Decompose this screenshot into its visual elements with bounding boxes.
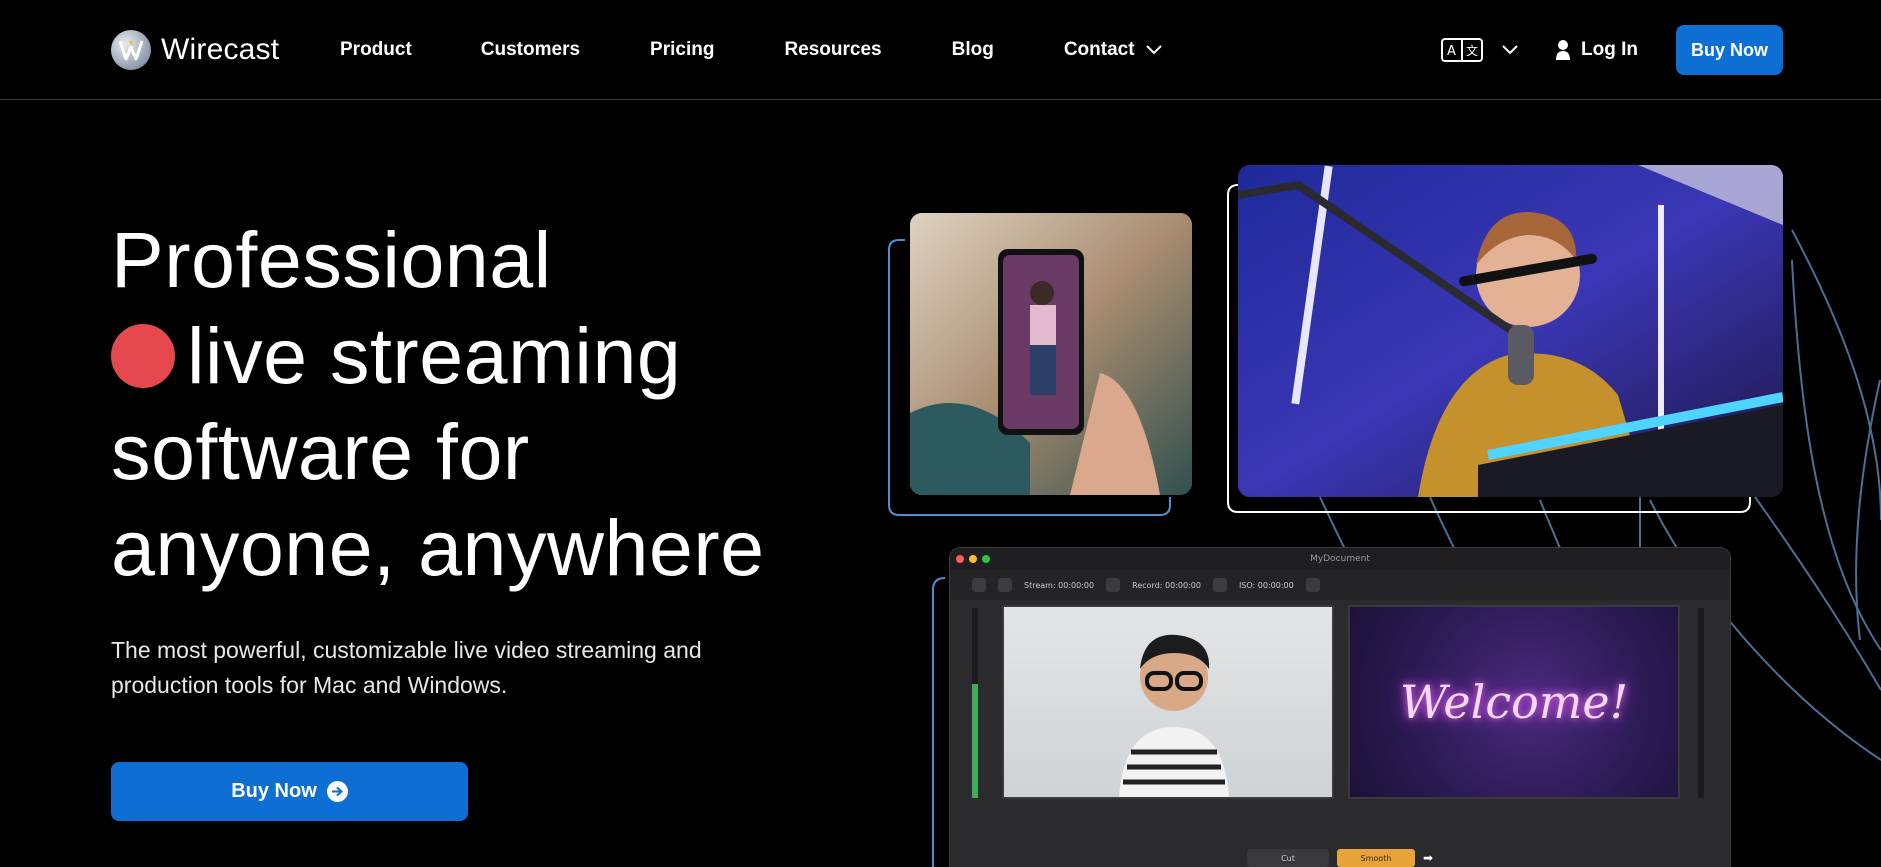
- headline-line-1: Professional: [111, 215, 552, 304]
- language-selector[interactable]: A 文: [1441, 38, 1519, 62]
- translate-icon: A 文: [1441, 38, 1484, 62]
- hero-headline: Professional live streaming software for…: [111, 212, 831, 596]
- stream-timer: Stream: 00:00:00: [1024, 580, 1095, 590]
- phone-streaming-photo: [910, 213, 1192, 495]
- headline-line-4: anyone, anywhere: [111, 503, 765, 592]
- nav-item-product[interactable]: Product: [340, 39, 412, 61]
- wifi-icon: [998, 578, 1012, 592]
- site-header: Wirecast Product Customers Pricing Resou…: [0, 0, 1881, 100]
- person-photo: [1119, 634, 1229, 797]
- transition-smooth-select[interactable]: Smooth: [1336, 849, 1415, 867]
- nav-item-pricing[interactable]: Pricing: [650, 39, 714, 61]
- buy-now-button-header[interactable]: Buy Now: [1676, 25, 1783, 75]
- brand-logo[interactable]: Wirecast: [111, 30, 279, 70]
- hero-subtext: The most powerful, customizable live vid…: [111, 637, 702, 698]
- headline-line-2: live streaming: [111, 308, 831, 404]
- podcaster-photo: [1238, 165, 1783, 497]
- transition-controls: Cut Smooth ➡: [950, 844, 1730, 867]
- user-icon: [1556, 40, 1571, 60]
- chevron-down-icon: [1145, 45, 1162, 55]
- audio-meter-right: [1698, 608, 1704, 798]
- chevron-down-icon: [1502, 45, 1518, 55]
- nav-item-blog[interactable]: Blog: [952, 39, 994, 61]
- live-shot: Welcome!: [1348, 605, 1680, 799]
- headline-line-2-text: live streaming: [187, 311, 682, 400]
- audio-meter-left: [972, 608, 978, 798]
- preview-shot: [1002, 605, 1334, 799]
- headline-line-3: software for: [111, 407, 530, 496]
- wirecast-app-icon: [972, 578, 986, 592]
- app-document-title: MyDocument: [1310, 554, 1370, 564]
- record-icon: [1106, 578, 1121, 592]
- app-toolbar: Stream: 00:00:00 Record: 00:00:00 ISO: 0…: [950, 570, 1730, 600]
- iso-timer: ISO: 00:00:00: [1238, 580, 1294, 590]
- buy-now-label: Buy Now: [231, 780, 317, 802]
- arrow-right-circle-icon: [326, 781, 348, 802]
- header-tools: A 文 Log In Buy Now: [1441, 25, 1783, 75]
- svg-text:文: 文: [1466, 43, 1478, 58]
- monitor-icon: [1305, 578, 1320, 592]
- nav-item-customers[interactable]: Customers: [481, 39, 580, 61]
- nav-item-contact-label: Contact: [1063, 39, 1135, 60]
- login-label: Log In: [1581, 39, 1638, 60]
- wirecast-logo-icon: [111, 30, 151, 70]
- transition-cut-select[interactable]: Cut: [1246, 849, 1329, 867]
- login-link[interactable]: Log In: [1555, 39, 1638, 61]
- brand-name: Wirecast: [161, 33, 280, 66]
- iso-icon: [1212, 578, 1227, 592]
- go-arrow-icon[interactable]: ➡: [1423, 851, 1433, 865]
- nav-item-contact[interactable]: Contact: [1064, 39, 1163, 61]
- wirecast-app-preview: MyDocument Stream: 00:00:00 Record: 00:0…: [950, 548, 1730, 867]
- svg-text:A: A: [1447, 44, 1456, 59]
- main-nav: Product Customers Pricing Resources Blog…: [340, 0, 1163, 100]
- app-titlebar: MyDocument: [950, 548, 1730, 570]
- welcome-neon-text: Welcome!: [1399, 675, 1629, 729]
- nav-item-resources[interactable]: Resources: [784, 39, 881, 61]
- live-dot-icon: [111, 324, 175, 388]
- buy-now-button-hero[interactable]: Buy Now: [111, 762, 468, 821]
- record-timer: Record: 00:00:00: [1132, 580, 1201, 590]
